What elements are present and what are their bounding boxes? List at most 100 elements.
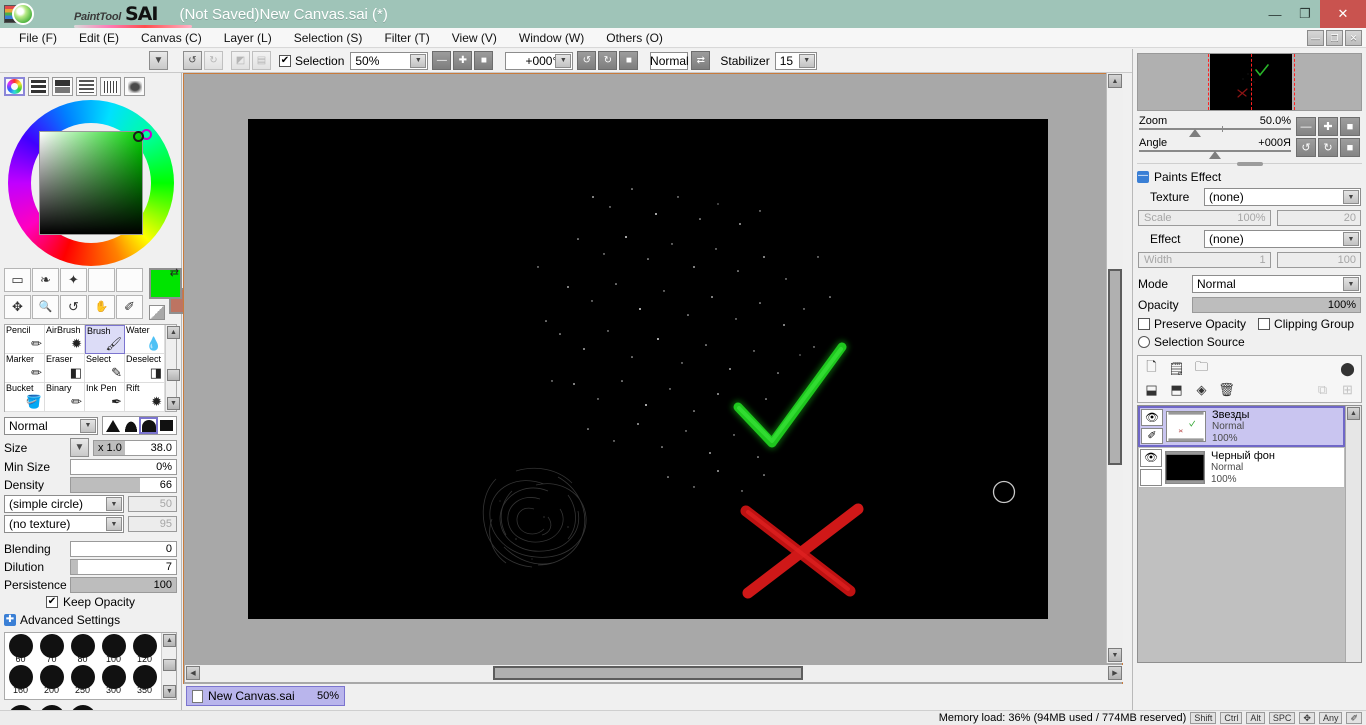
clear-layer-button[interactable]: ◈ [1191,380,1212,399]
layer-opacity-field[interactable]: 100% [1192,297,1361,313]
paints-effect-header[interactable]: — Paints Effect [1133,168,1366,186]
empty-tool-slot-1[interactable] [88,268,115,292]
navigator-preview[interactable] [1137,53,1362,111]
size-preset-200[interactable]: 200 [36,664,67,695]
layer-row-stars[interactable]: 👁 ✐ Звезды Normal 100% [1138,406,1345,447]
rotate-tool[interactable]: ↺ [60,294,87,319]
brush-list-scrollbar[interactable]: ▲ ▼ [165,325,180,411]
layer-visibility-icon-stars[interactable]: 👁 [1141,409,1163,426]
shape-round-button[interactable] [139,417,158,434]
preserve-opacity-checkbox[interactable] [1138,318,1150,330]
size-preset-250[interactable]: 250 [67,664,98,695]
brush-minsize-field[interactable]: 0% [70,459,177,475]
menu-view[interactable]: View (V) [441,28,508,48]
saturation-value-square[interactable] [38,131,143,235]
scratchpad-mode-button[interactable] [124,77,145,96]
rotate-cw-button[interactable]: ↻ [598,51,618,70]
panel-splitter[interactable] [1133,159,1366,168]
minimize-button[interactable]: — [1260,0,1290,28]
brush-list-scroll-down[interactable]: ▼ [167,397,180,410]
brush-size-arrow-button[interactable]: ▼ [70,438,89,457]
navigator-zoom-slider[interactable]: Zoom 50.0% [1137,115,1293,137]
color-wheel[interactable] [7,100,174,266]
add-to-selection-button[interactable]: ⊞ [1337,380,1358,399]
menu-edit[interactable]: Edit (E) [68,28,130,48]
hsv-slider-mode-button[interactable] [52,77,73,96]
close-button[interactable]: ✕ [1320,0,1366,28]
color-panel-menu-arrow-icon[interactable]: ▼ [149,51,168,70]
size-preset-300[interactable]: 300 [98,664,129,695]
brush-rift[interactable]: Rift ✹ [125,383,165,412]
navigator-zoom-reset-button[interactable]: ■ [1340,117,1360,136]
layer-row-background[interactable]: 👁 Черный фон Normal 100% [1138,447,1345,488]
layer-visibility-icon-background[interactable]: 👁 [1140,449,1162,467]
navigator-rotate-ccw-button[interactable]: ↺ [1296,138,1316,157]
brush-blending-field[interactable]: 0 [70,541,177,557]
size-preset-120[interactable]: 120 [129,633,160,664]
move-layer-down-button[interactable]: ⬓ [1141,380,1162,399]
color-mixer-mode-button[interactable] [76,77,97,96]
shape-sharp-button[interactable] [104,418,121,433]
zoom-tool[interactable]: 🔍 [32,294,59,319]
brush-brush[interactable]: Brush 🖌 [85,325,125,354]
menu-filter[interactable]: Filter (T) [373,28,440,48]
canvas-vertical-scrollbar[interactable]: ▲ ▼ [1106,73,1123,663]
size-preset-160[interactable]: 160 [5,664,36,695]
zoom-in-button[interactable]: ✚ [453,51,473,70]
move-tool[interactable]: ✥ [4,294,31,319]
transparent-color-button[interactable] [149,305,165,320]
doc-minimize-button[interactable]: — [1307,30,1324,46]
brush-pencil[interactable]: Pencil ✏ [5,325,45,354]
eyedropper-tool[interactable]: ✐ [116,294,143,319]
navigator-rotate-cw-button[interactable]: ↻ [1318,138,1338,157]
brush-persistence-field[interactable]: 100 [70,577,177,593]
zoom-combo[interactable]: 50% ▼ [350,51,429,70]
menu-others[interactable]: Others (O) [595,28,674,48]
menu-file[interactable]: File (F) [8,28,68,48]
navigator-zoom-knob[interactable] [1189,129,1201,137]
navigator-rotate-reset-button[interactable]: ■ [1340,138,1360,157]
rect-select-tool[interactable]: ▭ [4,268,31,292]
brush-marker[interactable]: Marker ✏ [5,354,45,383]
advanced-settings-row[interactable]: ✚ Advanced Settings [0,610,181,630]
new-layer-button[interactable]: 🗋 [1141,359,1162,378]
brush-density-field[interactable]: 66 [70,477,177,493]
shape-flat-button[interactable] [158,418,175,433]
size-preset-60[interactable]: 60 [5,633,36,664]
layer-selected-pen-icon-stars[interactable]: ✐ [1141,427,1163,444]
texture-combo[interactable]: (none) ▼ [1204,188,1361,206]
lasso-select-tool[interactable]: ❧ [32,268,59,292]
restore-button[interactable]: ❐ [1290,0,1320,28]
undo-button[interactable]: ↺ [183,51,202,70]
angle-combo[interactable]: +000° ▼ [505,51,574,70]
chevron-down-icon-shape[interactable]: ▼ [106,497,122,511]
size-preset-70[interactable]: 70 [36,633,67,664]
canvas-viewport[interactable] [183,73,1123,685]
menu-canvas[interactable]: Canvas (C) [130,28,213,48]
chevron-down-icon-angle[interactable]: ▼ [555,53,572,68]
chevron-down-icon-pe-effect[interactable]: ▼ [1343,232,1359,246]
selection-source-radio[interactable] [1138,336,1150,348]
canvas-scroll-down-button[interactable]: ▼ [1108,648,1122,662]
clipping-group-checkbox[interactable] [1258,318,1271,330]
menu-window[interactable]: Window (W) [508,28,595,48]
selection-expand-button[interactable]: ▤ [252,51,271,70]
zoom-out-button[interactable]: — [432,51,452,70]
hand-tool[interactable]: ✋ [88,294,115,319]
brush-dilution-field[interactable]: 7 [70,559,177,575]
delete-layer-button[interactable]: 🗑 [1216,380,1237,399]
brush-shape-combo[interactable]: (simple circle) ▼ [4,495,124,513]
brush-binary[interactable]: Binary ✏ [45,383,85,412]
empty-tool-slot-2[interactable] [116,268,143,292]
new-linework-layer-button[interactable]: 🗒 [1166,359,1187,378]
brush-size-field[interactable]: x 1.0 38.0 [93,439,177,456]
rgb-slider-mode-button[interactable] [28,77,49,96]
navigator-zoom-out-button[interactable]: — [1296,117,1316,136]
navigator-angle-knob[interactable] [1209,151,1221,159]
collapse-minus-icon[interactable]: — [1137,171,1149,183]
color-wheel-mode-button[interactable] [4,77,25,96]
chevron-down-icon-stabilizer[interactable]: ▼ [798,53,815,68]
selection-checkbox[interactable]: ✔ Selection [279,54,344,68]
chevron-down-icon-blend[interactable]: ▼ [80,418,96,433]
chevron-down-icon-texture[interactable]: ▼ [106,517,122,531]
